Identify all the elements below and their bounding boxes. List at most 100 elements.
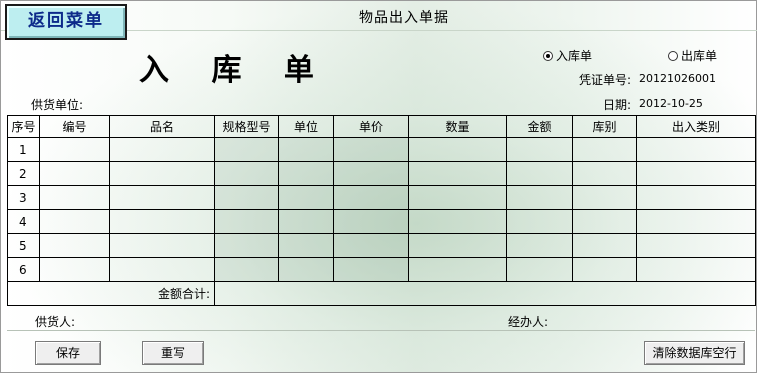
cell-warehouse[interactable]: [572, 233, 637, 258]
cell-code[interactable]: [39, 137, 110, 162]
column-header: 金额: [506, 115, 573, 138]
cell-category[interactable]: [636, 209, 756, 234]
clear-empty-rows-button[interactable]: 清除数据库空行: [644, 341, 745, 365]
column-header: 出入类别: [636, 115, 756, 138]
row-number: 4: [7, 209, 40, 234]
date-label: 日期:: [603, 98, 632, 112]
cell-code[interactable]: [39, 233, 110, 258]
column-header: 数量: [408, 115, 507, 138]
cell-unit[interactable]: [278, 233, 334, 258]
table-row: 5: [7, 233, 756, 258]
cell-spec[interactable]: [214, 209, 279, 234]
cell-price[interactable]: [333, 257, 409, 282]
table-row: 1: [7, 137, 756, 162]
cell-spec[interactable]: [214, 137, 279, 162]
cell-quantity[interactable]: [408, 233, 507, 258]
cell-code[interactable]: [39, 257, 110, 282]
cell-quantity[interactable]: [408, 209, 507, 234]
table-header-row: 序号 编号 品名 规格型号 单位 单价 数量 金额 库别 出入类别: [7, 115, 756, 138]
cell-quantity[interactable]: [408, 257, 507, 282]
cell-price[interactable]: [333, 185, 409, 210]
rewrite-button[interactable]: 重写: [142, 341, 204, 365]
supplier-unit-label: 供货单位:: [31, 98, 84, 112]
cell-spec[interactable]: [214, 185, 279, 210]
cell-name[interactable]: [109, 137, 215, 162]
cell-category[interactable]: [636, 257, 756, 282]
row-number: 3: [7, 185, 40, 210]
table-row: 3: [7, 185, 756, 210]
cell-code[interactable]: [39, 161, 110, 186]
cell-name[interactable]: [109, 185, 215, 210]
table-row: 6: [7, 257, 756, 282]
cell-amount[interactable]: [506, 257, 573, 282]
column-header: 单价: [333, 115, 409, 138]
cell-amount[interactable]: [506, 161, 573, 186]
cell-amount[interactable]: [506, 137, 573, 162]
column-header: 规格型号: [214, 115, 279, 138]
column-header: 库别: [572, 115, 637, 138]
cell-price[interactable]: [333, 137, 409, 162]
form-window: 物品出入单据 返回菜单 入 库 单 入库单 出库单 凭证单号: 20121026…: [0, 0, 757, 373]
cell-unit[interactable]: [278, 257, 334, 282]
total-amount-label: 金额合计:: [7, 281, 215, 306]
cell-category[interactable]: [636, 185, 756, 210]
row-number: 6: [7, 257, 40, 282]
column-header: 单位: [278, 115, 334, 138]
back-to-menu-button[interactable]: 返回菜单: [5, 4, 127, 40]
cell-price[interactable]: [333, 161, 409, 186]
cell-unit[interactable]: [278, 209, 334, 234]
voucher-label: 凭证单号:: [579, 73, 632, 87]
cell-quantity[interactable]: [408, 185, 507, 210]
cell-quantity[interactable]: [408, 161, 507, 186]
row-number: 2: [7, 161, 40, 186]
supplier-person-label: 供货人:: [35, 315, 76, 329]
cell-amount[interactable]: [506, 233, 573, 258]
cell-warehouse[interactable]: [572, 137, 637, 162]
cell-price[interactable]: [333, 233, 409, 258]
cell-unit[interactable]: [278, 161, 334, 186]
items-table: 序号 编号 品名 规格型号 单位 单价 数量 金额 库别 出入类别 1 2 3 …: [7, 115, 756, 306]
radio-stock-in-label: 入库单: [556, 49, 593, 63]
row-number: 1: [7, 137, 40, 162]
cell-name[interactable]: [109, 257, 215, 282]
radio-stock-in[interactable]: 入库单: [543, 47, 592, 64]
total-row: 金额合计:: [7, 281, 756, 306]
cell-name[interactable]: [109, 209, 215, 234]
radio-selected-icon: [543, 50, 553, 61]
cell-category[interactable]: [636, 161, 756, 186]
voucher-number: 20121026001: [639, 72, 716, 85]
cell-spec[interactable]: [214, 161, 279, 186]
cell-warehouse[interactable]: [572, 161, 637, 186]
cell-name[interactable]: [109, 161, 215, 186]
form-heading: 入 库 单: [139, 53, 330, 88]
radio-stock-out-label: 出库单: [681, 49, 718, 63]
table-row: 4: [7, 209, 756, 234]
cell-category[interactable]: [636, 233, 756, 258]
column-header: 品名: [109, 115, 215, 138]
cell-unit[interactable]: [278, 185, 334, 210]
cell-warehouse[interactable]: [572, 257, 637, 282]
cell-code[interactable]: [39, 185, 110, 210]
column-header: 编号: [39, 115, 110, 138]
cell-spec[interactable]: [214, 257, 279, 282]
cell-name[interactable]: [109, 233, 215, 258]
date-value: 2012-10-25: [639, 97, 703, 110]
cell-quantity[interactable]: [408, 137, 507, 162]
cell-unit[interactable]: [278, 137, 334, 162]
cell-amount[interactable]: [506, 209, 573, 234]
cell-price[interactable]: [333, 209, 409, 234]
total-amount-value: [214, 281, 756, 306]
cell-amount[interactable]: [506, 185, 573, 210]
table-row: 2: [7, 161, 756, 186]
handler-label: 经办人:: [508, 315, 549, 329]
cell-code[interactable]: [39, 209, 110, 234]
column-header: 序号: [7, 115, 40, 138]
cell-warehouse[interactable]: [572, 209, 637, 234]
radio-unselected-icon: [668, 50, 678, 61]
radio-stock-out[interactable]: 出库单: [668, 47, 717, 64]
cell-warehouse[interactable]: [572, 185, 637, 210]
cell-category[interactable]: [636, 137, 756, 162]
save-button[interactable]: 保存: [35, 341, 101, 365]
cell-spec[interactable]: [214, 233, 279, 258]
footer-divider: [7, 330, 755, 331]
